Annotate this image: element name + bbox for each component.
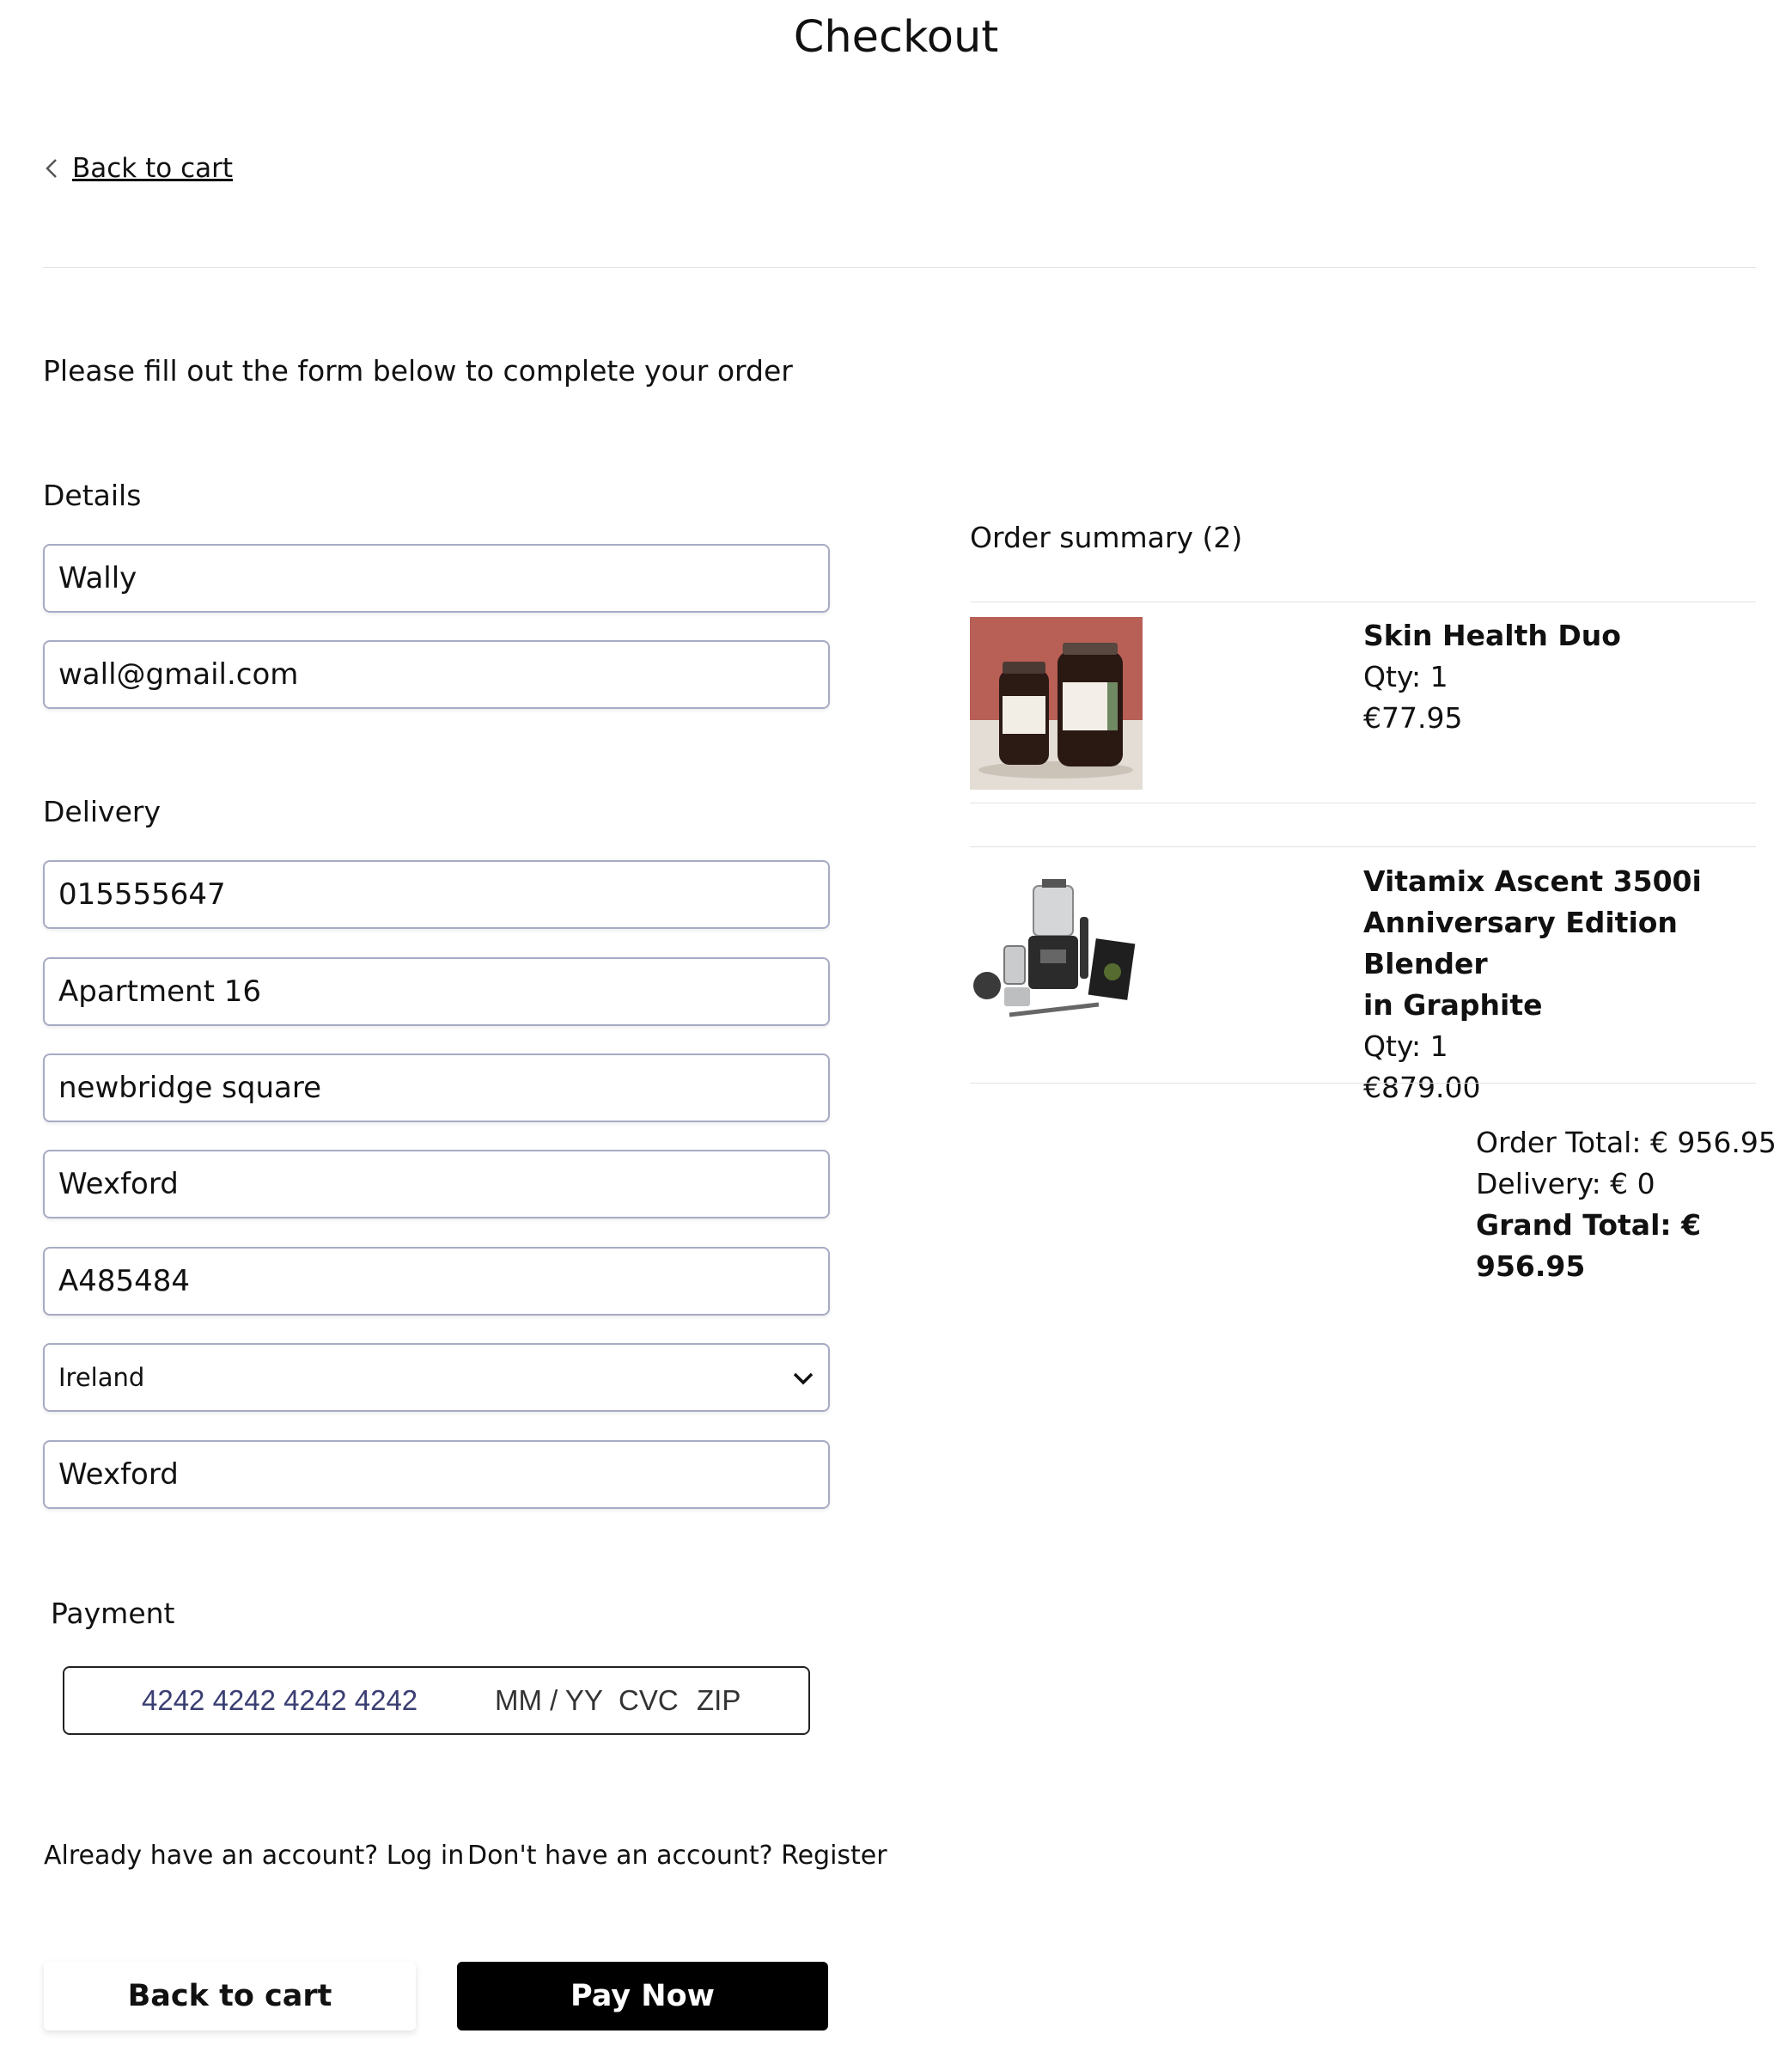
- postcode-field[interactable]: [43, 1247, 830, 1316]
- phone-field[interactable]: [43, 860, 830, 929]
- back-to-cart-label: Back to cart: [72, 153, 234, 184]
- county-input[interactable]: [58, 1457, 828, 1492]
- country-select[interactable]: Ireland: [43, 1343, 830, 1412]
- address-line2-field[interactable]: [43, 1053, 830, 1122]
- item-price: €879.00: [1363, 1071, 1481, 1104]
- phone-input[interactable]: [58, 877, 828, 912]
- chevron-left-icon: [46, 159, 57, 178]
- name-field[interactable]: [43, 544, 830, 613]
- chevron-down-icon: [793, 1372, 814, 1385]
- order-summary-title: Order summary (2): [970, 521, 1243, 554]
- city-field[interactable]: [43, 1150, 830, 1218]
- form-instructions: Please fill out the form below to comple…: [43, 354, 793, 388]
- address-line2-input[interactable]: [58, 1071, 828, 1105]
- item-name-line-2: Anniversary Edition Blender: [1363, 906, 1678, 980]
- product-image-skin-health-duo: [970, 617, 1143, 790]
- back-to-cart-link[interactable]: Back to cart: [43, 153, 233, 184]
- address-line1-input[interactable]: [58, 974, 828, 1009]
- card-expiry-placeholder[interactable]: MM / YY: [495, 1684, 603, 1717]
- login-link[interactable]: Already have an account? Log in: [44, 1841, 464, 1871]
- name-input[interactable]: [58, 561, 828, 595]
- email-input[interactable]: [58, 657, 828, 692]
- card-cvc-placeholder[interactable]: CVC: [619, 1684, 679, 1717]
- item-name-line-3: in Graphite: [1363, 988, 1543, 1022]
- order-totals: Order Total: € 956.95 Delivery: € 0 Gran…: [1476, 1122, 1792, 1287]
- register-link[interactable]: Don't have an account? Register: [467, 1841, 887, 1871]
- header-divider: [43, 267, 1756, 268]
- item-price: €77.95: [1363, 701, 1463, 735]
- delivery-total: Delivery: € 0: [1476, 1167, 1655, 1200]
- item-qty: Qty: 1: [1363, 660, 1448, 693]
- email-field[interactable]: [43, 640, 830, 709]
- order-total: Order Total: € 956.95: [1476, 1126, 1777, 1159]
- payment-heading: Payment: [51, 1597, 175, 1630]
- city-input[interactable]: [58, 1167, 828, 1201]
- back-to-cart-button[interactable]: Back to cart: [44, 1962, 416, 2031]
- county-field[interactable]: [43, 1440, 830, 1509]
- grand-total: Grand Total: € 956.95: [1476, 1208, 1702, 1283]
- postcode-input[interactable]: [58, 1264, 828, 1298]
- summary-divider: [970, 1083, 1756, 1084]
- summary-divider: [970, 846, 1756, 847]
- details-heading: Details: [43, 479, 142, 512]
- order-item-2: Vitamix Ascent 3500i Anniversary Edition…: [1363, 861, 1792, 1108]
- card-zip-placeholder[interactable]: ZIP: [697, 1684, 741, 1717]
- delivery-heading: Delivery: [43, 795, 161, 828]
- pay-now-button[interactable]: Pay Now: [457, 1962, 828, 2031]
- product-image-vitamix-blender: [970, 860, 1143, 1033]
- card-number-value[interactable]: 4242 4242 4242 4242: [142, 1684, 418, 1717]
- order-item-1: Skin Health Duo Qty: 1 €77.95: [1363, 615, 1621, 739]
- item-qty: Qty: 1: [1363, 1029, 1448, 1063]
- address-line1-field[interactable]: [43, 957, 830, 1026]
- item-name: Skin Health Duo: [1363, 619, 1621, 652]
- card-input[interactable]: 4242 4242 4242 4242 MM / YY CVC ZIP: [63, 1666, 810, 1735]
- page-title: Checkout: [793, 12, 999, 63]
- country-selected-value: Ireland: [58, 1363, 145, 1392]
- item-name-line-1: Vitamix Ascent 3500i: [1363, 864, 1702, 898]
